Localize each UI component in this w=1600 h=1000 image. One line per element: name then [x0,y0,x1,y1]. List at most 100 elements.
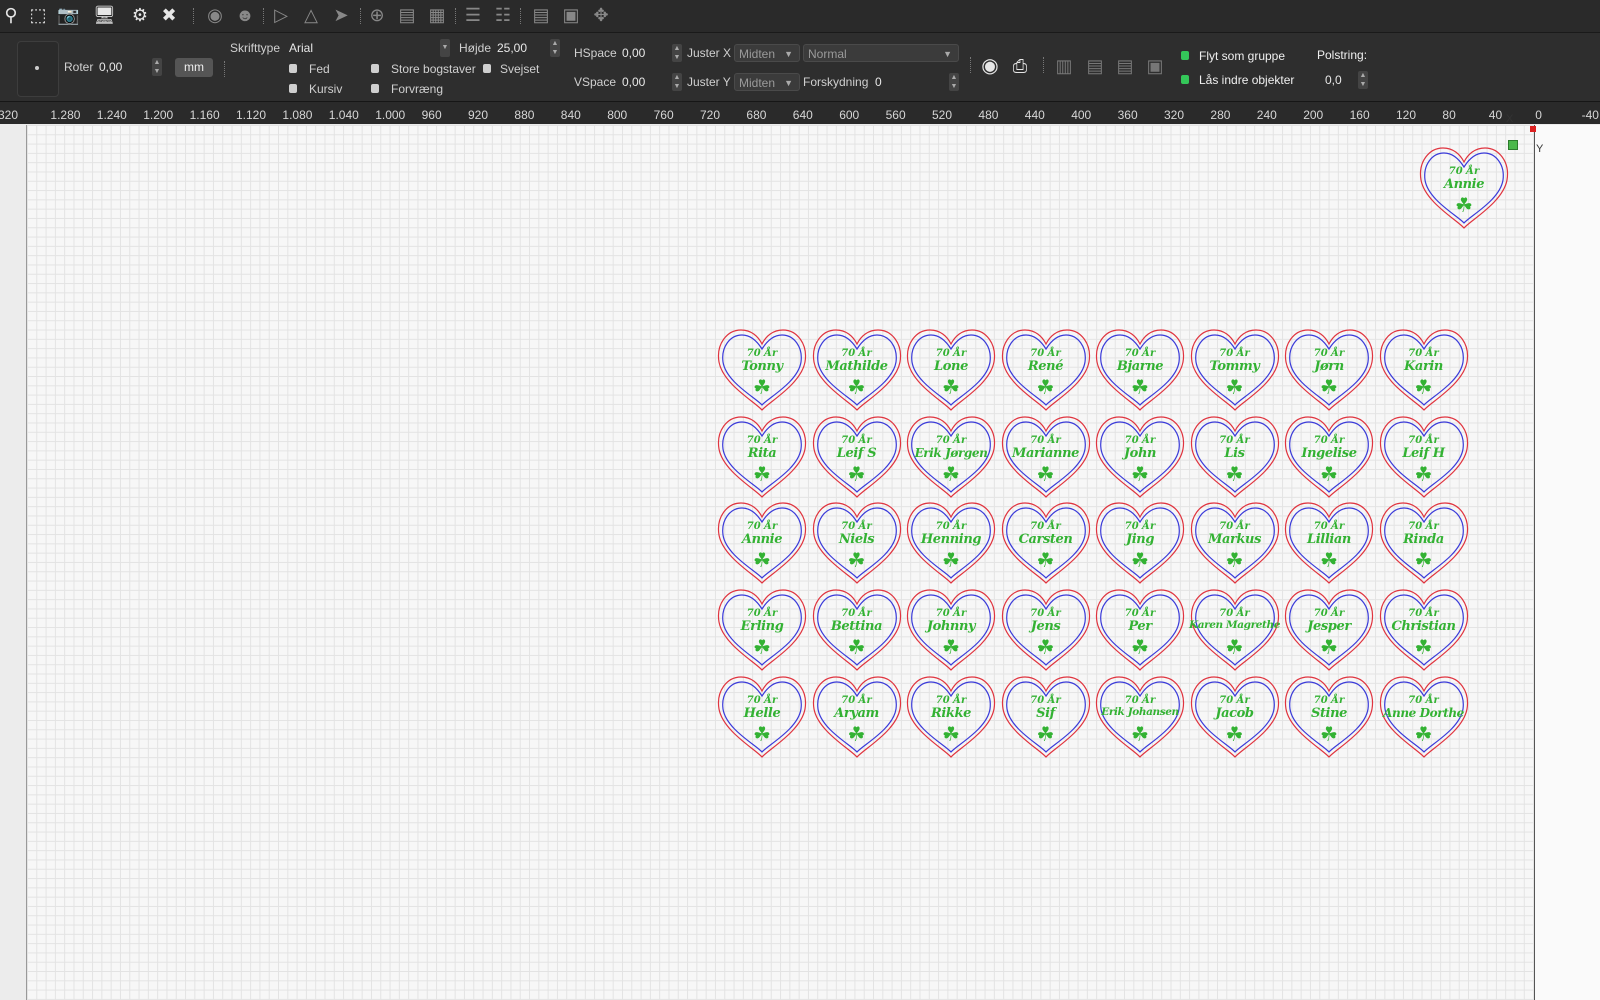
align-left-icon[interactable]: ▣ [560,4,582,26]
heart-tag[interactable]: 70 År Jens ☘ [999,586,1093,672]
heart-tag[interactable]: 70 År Karen Magrethe ☘ [1188,586,1282,672]
heart-tag[interactable]: 70 År Leif H ☘ [1377,413,1471,499]
heart-tag[interactable]: 70 År Rita ☘ [715,413,809,499]
heart-name-text: Erling [740,619,784,635]
heart-tag[interactable]: 70 År Leif S ☘ [810,413,904,499]
vspace-input[interactable]: 0,00 [622,75,645,89]
heart-age-text: 70 År [1448,166,1480,177]
heart-tag[interactable]: 70 År Johnny ☘ [904,586,998,672]
hspace-stepper[interactable]: ▲ ▼ [672,44,682,62]
heart-tag[interactable]: 70 År Annie ☘ [1417,144,1511,230]
align-left-edge-icon[interactable]: ▥ [1053,55,1075,77]
heart-tag[interactable]: 70 År Helle ☘ [715,673,809,759]
heart-tag[interactable]: 70 År Niels ☘ [810,499,904,585]
print-icon[interactable]: ⎙ [1009,55,1031,77]
preview-icon[interactable]: ◉ [979,55,1001,77]
heart-age-text: 70 År [1030,694,1061,706]
settings-icon[interactable]: ⚙ [129,4,151,26]
lock-inner-toggle[interactable] [1181,75,1189,84]
heart-tag[interactable]: 70 År Ingelise ☘ [1282,413,1376,499]
heart-name-text: Anne Dorthe [1383,705,1464,720]
hspace-input[interactable]: 0,00 [622,46,645,60]
user-icon[interactable]: ☻ [234,4,256,26]
group-icon[interactable]: ◉ [204,4,226,26]
height-stepper[interactable]: ▲ ▼ [550,39,560,57]
mode-dropdown[interactable]: Normal ▼ [803,44,959,62]
heart-tag[interactable]: 70 År Tommy ☘ [1188,326,1282,412]
heart-tag[interactable]: 70 År Karin ☘ [1377,326,1471,412]
align-top-edge-icon[interactable]: ▤ [1114,55,1136,77]
align-x-dropdown[interactable]: Midten ▼ [734,44,800,62]
heart-tag[interactable]: 70 År Stine ☘ [1282,673,1376,759]
heart-tag[interactable]: 70 År Tonny ☘ [715,326,809,412]
heart-tag[interactable]: 70 År René ☘ [999,326,1093,412]
offset-stepper[interactable]: ▲ ▼ [949,73,959,91]
heart-tag[interactable]: 70 År Per ☘ [1093,586,1187,672]
heart-tag[interactable]: 70 År Markus ☘ [1188,499,1282,585]
heart-tag[interactable]: 70 År Erling ☘ [715,586,809,672]
heart-tag[interactable]: 70 År Jørn ☘ [1282,326,1376,412]
heart-tag[interactable]: 70 År Henning ☘ [904,499,998,585]
heart-tag[interactable]: 70 År Lone ☘ [904,326,998,412]
heart-tag[interactable]: 70 År Jesper ☘ [1282,586,1376,672]
italic-checkbox[interactable] [289,84,297,93]
select-rect-icon[interactable]: ⬚ [27,4,49,26]
heart-tag[interactable]: 70 År Lis ☘ [1188,413,1282,499]
send-icon[interactable]: ➤ [330,4,352,26]
camera-icon[interactable]: 📷 [57,4,79,26]
align-right-edge-icon[interactable]: ▤ [1084,55,1106,77]
heart-tag[interactable]: 70 År Jacob ☘ [1188,673,1282,759]
heart-tag[interactable]: 70 År Christian ☘ [1377,586,1471,672]
heart-tag[interactable]: 70 År Aryam ☘ [810,673,904,759]
flip-icon[interactable]: ▷ [270,4,292,26]
heart-tag[interactable]: 70 År Annie ☘ [715,499,809,585]
padding-input[interactable]: 0,0 [1325,73,1342,87]
align-center-icon[interactable]: ▦ [426,4,448,26]
distribute-h-icon[interactable]: ☰ [462,4,484,26]
heart-tag[interactable]: 70 År Rinda ☘ [1377,499,1471,585]
distort-checkbox[interactable] [371,84,379,93]
heart-tag[interactable]: 70 År Mathilde ☘ [810,326,904,412]
align-top-icon[interactable]: ▤ [530,4,552,26]
uppercase-checkbox[interactable] [371,64,379,73]
zoom-icon[interactable]: ⚲ [0,4,22,26]
heart-name-text: Bettina [830,619,883,635]
heart-tag[interactable]: 70 År Sif ☘ [999,673,1093,759]
heart-tag[interactable]: 70 År Rikke ☘ [904,673,998,759]
heart-tag[interactable]: 70 År Carsten ☘ [999,499,1093,585]
target-icon[interactable]: ⊕ [366,4,388,26]
ruler-tick-label: 800 [607,108,628,122]
heart-tag[interactable]: 70 År Erik Jørgen ☘ [904,413,998,499]
distribute-v-icon[interactable]: ☷ [492,4,514,26]
mirror-icon[interactable]: △ [300,4,322,26]
welded-checkbox[interactable] [483,64,491,73]
heart-tag[interactable]: 70 År Marianne ☘ [999,413,1093,499]
heart-tag[interactable]: 70 År Anne Dorthe ☘ [1377,673,1471,759]
height-input[interactable]: 25,00 [497,41,527,55]
unit-toggle-button[interactable]: mm [175,58,213,77]
monitor-icon[interactable]: 🖥 [93,4,116,26]
align-bottom-edge-icon[interactable]: ▣ [1144,55,1166,77]
bold-checkbox[interactable] [289,64,297,73]
tools-icon[interactable]: ✖ [158,4,180,26]
vspace-stepper[interactable]: ▲ ▼ [672,73,682,91]
heart-tag[interactable]: 70 År Bettina ☘ [810,586,904,672]
position-grid-widget[interactable] [17,41,59,97]
rotate-stepper[interactable]: ▲ ▼ [152,58,162,76]
move-group-toggle[interactable] [1181,51,1189,60]
heart-tag[interactable]: 70 År John ☘ [1093,413,1187,499]
font-value[interactable]: Arial [289,41,313,55]
font-dropdown-icon[interactable]: ▼ [440,39,450,57]
rotate-input[interactable]: 0,00 [99,60,122,74]
align-y-dropdown[interactable]: Midten ▼ [734,73,800,91]
clover-icon: ☘ [1320,377,1338,399]
heart-tag[interactable]: 70 År Jing ☘ [1093,499,1187,585]
padding-stepper[interactable]: ▲ ▼ [1358,71,1368,89]
heart-tag[interactable]: 70 År Lillian ☘ [1282,499,1376,585]
offset-input[interactable]: 0 [875,75,882,89]
heart-tag[interactable]: 70 År Erik Johansen ☘ [1093,673,1187,759]
main-toolbar: ⚲ ⬚ 📷 🖥 ⚙ ✖ ◉ ☻ ▷ △ ➤ ⊕ ▤ ▦ ☰ ☷ ▤ ▣ ✥ [0,0,1600,33]
align-bottom-icon[interactable]: ▤ [396,4,418,26]
crosshair-icon[interactable]: ✥ [590,4,612,26]
heart-tag[interactable]: 70 År Bjarne ☘ [1093,326,1187,412]
